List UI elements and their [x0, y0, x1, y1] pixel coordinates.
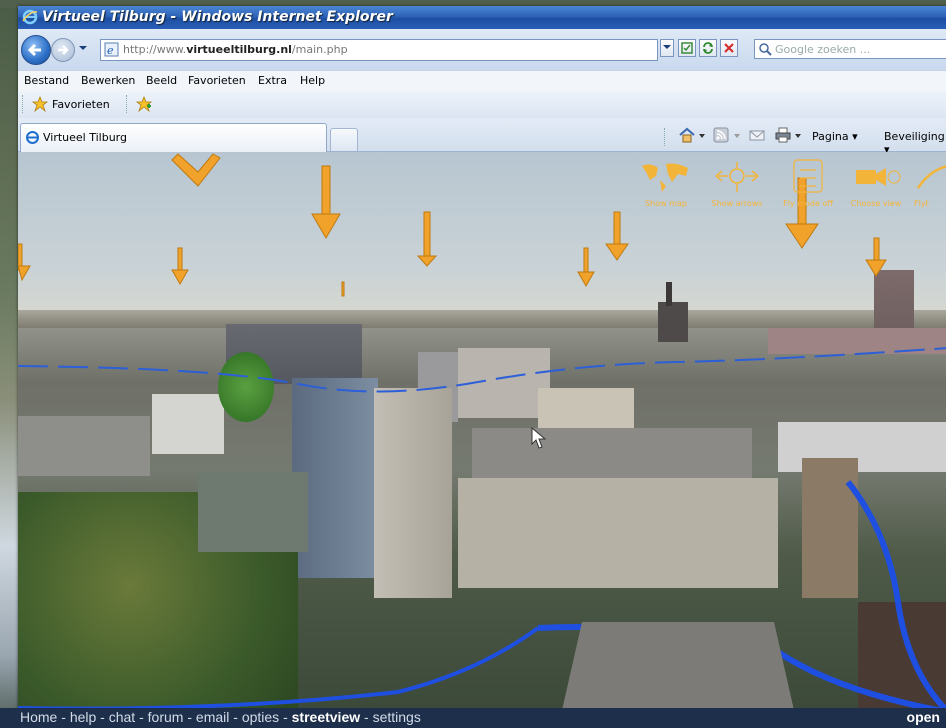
- fly-mode-button[interactable]: Fly mode off: [776, 158, 840, 208]
- mail-icon[interactable]: [748, 126, 766, 144]
- history-dropdown-icon[interactable]: [78, 43, 88, 53]
- forward-arrow-icon: [58, 45, 69, 55]
- chevron-down-icon[interactable]: [733, 132, 741, 140]
- search-input[interactable]: Google zoeken ...: [754, 39, 946, 59]
- compatibility-button[interactable]: [678, 39, 696, 57]
- print-icon[interactable]: [774, 126, 792, 144]
- window-title: Virtueel Tilburg - Windows Internet Expl…: [42, 9, 393, 25]
- nav-help[interactable]: help: [70, 709, 96, 725]
- refresh-button[interactable]: [699, 39, 717, 57]
- menu-help[interactable]: Help: [300, 74, 325, 87]
- 3d-city-view[interactable]: Show map Show arrows Fly mode off Choose…: [18, 152, 946, 728]
- close-icon: [724, 43, 734, 53]
- nav-chat[interactable]: chat: [109, 709, 135, 725]
- menu-extra[interactable]: Extra: [258, 74, 287, 87]
- address-row: e http://www.virtueeltilburg.nl/main.php…: [18, 29, 946, 70]
- search-placeholder: Google zoeken ...: [775, 43, 871, 56]
- tab-label: Virtueel Tilburg: [43, 131, 127, 144]
- chevron-down-icon[interactable]: [698, 132, 706, 140]
- address-dropdown-button[interactable]: [660, 39, 674, 57]
- show-map-button[interactable]: Show map: [636, 158, 696, 208]
- forward-button[interactable]: [51, 38, 75, 62]
- browser-window: Virtueel Tilburg - Windows Internet Expl…: [18, 6, 946, 728]
- tab-bar: Virtueel Tilburg Pagina ▾ Beveiliging ▾: [18, 118, 946, 156]
- feeds-icon[interactable]: [712, 126, 730, 144]
- refresh-icon: [703, 42, 713, 54]
- chevron-down-icon[interactable]: [794, 132, 802, 140]
- nav-forum[interactable]: forum: [148, 709, 184, 725]
- stop-button[interactable]: [720, 39, 738, 57]
- world-map-icon: [642, 163, 688, 192]
- mouse-cursor-icon: [531, 426, 547, 449]
- address-bar[interactable]: e http://www.virtueeltilburg.nl/main.php: [100, 39, 658, 61]
- menu-bar: Bestand Bewerken Beeld Favorieten Extra …: [18, 70, 946, 92]
- ie-page-icon: [26, 131, 39, 144]
- new-tab-button[interactable]: [330, 128, 358, 151]
- arrows-icon: [715, 162, 759, 192]
- choose-view-button[interactable]: Choose view: [846, 158, 906, 208]
- open-button[interactable]: open: [907, 709, 940, 725]
- svg-text:e: e: [107, 44, 114, 57]
- search-icon: [759, 43, 772, 56]
- site-nav-links: Home - help - chat - forum - email - opt…: [20, 709, 421, 725]
- back-button[interactable]: [21, 35, 51, 65]
- fly-mode-icon: [793, 159, 823, 193]
- title-bar[interactable]: Virtueel Tilburg - Windows Internet Expl…: [18, 6, 946, 29]
- nav-streetview[interactable]: streetview: [292, 709, 360, 725]
- menu-bewerken[interactable]: Bewerken: [81, 74, 135, 87]
- nav-email[interactable]: email: [196, 709, 229, 725]
- fly-icon: [916, 165, 946, 189]
- address-url: http://www.virtueeltilburg.nl/main.php: [123, 43, 348, 56]
- nav-opties[interactable]: opties: [242, 709, 279, 725]
- favorites-button[interactable]: Favorieten: [52, 98, 110, 111]
- favorites-star-icon[interactable]: [32, 96, 48, 112]
- separator: [126, 95, 128, 113]
- show-arrows-button[interactable]: Show arrows: [704, 158, 770, 208]
- menu-bestand[interactable]: Bestand: [24, 74, 69, 87]
- compatibility-icon: [681, 42, 693, 54]
- fly-button[interactable]: Flyt: [914, 158, 946, 208]
- menu-beeld[interactable]: Beeld: [146, 74, 177, 87]
- camera-icon: [856, 168, 901, 186]
- desktop-background: [0, 0, 18, 728]
- toolbar-grip: [22, 95, 24, 113]
- add-favorite-icon[interactable]: [136, 96, 152, 112]
- nav-settings[interactable]: settings: [373, 709, 421, 725]
- nav-home[interactable]: Home: [20, 709, 57, 725]
- ie-logo-icon: [22, 9, 38, 25]
- menu-favorieten[interactable]: Favorieten: [188, 74, 246, 87]
- separator: [664, 128, 666, 146]
- home-icon[interactable]: [678, 126, 696, 144]
- chevron-down-icon: [663, 45, 671, 49]
- page-icon: e: [104, 42, 119, 57]
- favorites-bar: Favorieten: [18, 91, 946, 119]
- site-nav-bar: Home - help - chat - forum - email - opt…: [0, 708, 946, 728]
- tab-virtueel-tilburg[interactable]: Virtueel Tilburg: [20, 123, 327, 152]
- page-menu[interactable]: Pagina ▾: [812, 130, 858, 143]
- back-arrow-icon: [27, 43, 41, 57]
